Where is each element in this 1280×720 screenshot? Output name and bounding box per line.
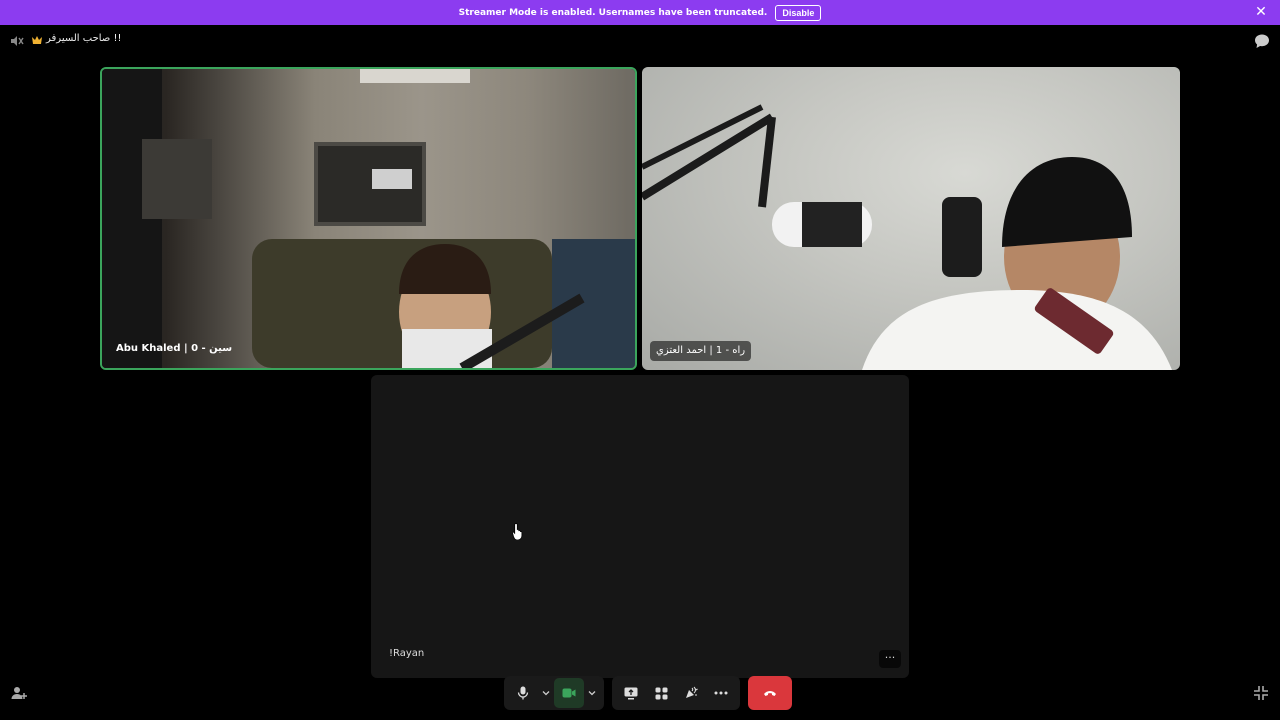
hang-up-icon (764, 691, 776, 696)
microphone-button[interactable] (508, 678, 538, 708)
tile-more-options-button[interactable]: ··· (879, 650, 901, 668)
banner-message: Streamer Mode is enabled. Usernames have… (458, 7, 768, 18)
screen-share-button[interactable] (616, 678, 646, 708)
disconnect-button[interactable] (748, 676, 792, 710)
streamer-mode-banner: Streamer Mode is enabled. Usernames have… (0, 0, 1280, 25)
volume-icon[interactable] (10, 34, 24, 48)
video-feed-art (102, 69, 635, 368)
video-feed (642, 67, 1180, 370)
camera-button[interactable] (554, 678, 584, 708)
actions-group (612, 676, 740, 710)
call-header: صاحب السيرفر !! (0, 25, 1280, 55)
video-tile-speaking[interactable]: Abu Khaled | 0 - سين (100, 67, 637, 370)
participant-name: Abu Khaled | 0 - سين (116, 343, 233, 354)
video-tile-empty[interactable]: !Rayan ··· (371, 375, 909, 678)
more-button[interactable] (706, 678, 736, 708)
chevron-down-icon (588, 691, 596, 696)
soundboard-button[interactable] (676, 678, 706, 708)
video-feed-art (642, 104, 1172, 370)
audio-video-group (504, 676, 604, 710)
soundboard-icon (686, 686, 698, 698)
hand-cursor-icon (512, 523, 523, 540)
activities-button[interactable] (646, 678, 676, 708)
video-tile[interactable]: راه - 1 | احمد العتزي (642, 67, 1180, 370)
chat-icon[interactable] (1254, 33, 1270, 49)
crown-icon (32, 36, 42, 44)
participant-name: !Rayan (389, 648, 425, 659)
microphone-icon (517, 686, 529, 700)
disable-streamer-mode-button[interactable]: Disable (775, 4, 822, 21)
screen-share-icon (624, 687, 638, 699)
channel-name: صاحب السيرفر !! (46, 33, 122, 44)
video-feed (102, 69, 635, 368)
participant-name: راه - 1 | احمد العتزي (650, 341, 752, 361)
call-controls (504, 676, 792, 710)
camera-icon (562, 688, 576, 698)
exit-fullscreen-icon[interactable] (1253, 685, 1269, 701)
microphone-options-button[interactable] (538, 678, 554, 708)
more-icon (714, 691, 728, 695)
chevron-down-icon (542, 691, 550, 696)
invite-icon[interactable] (11, 685, 27, 701)
camera-options-button[interactable] (584, 678, 600, 708)
close-icon[interactable]: ✕ (1254, 4, 1268, 20)
activities-icon (655, 687, 667, 699)
